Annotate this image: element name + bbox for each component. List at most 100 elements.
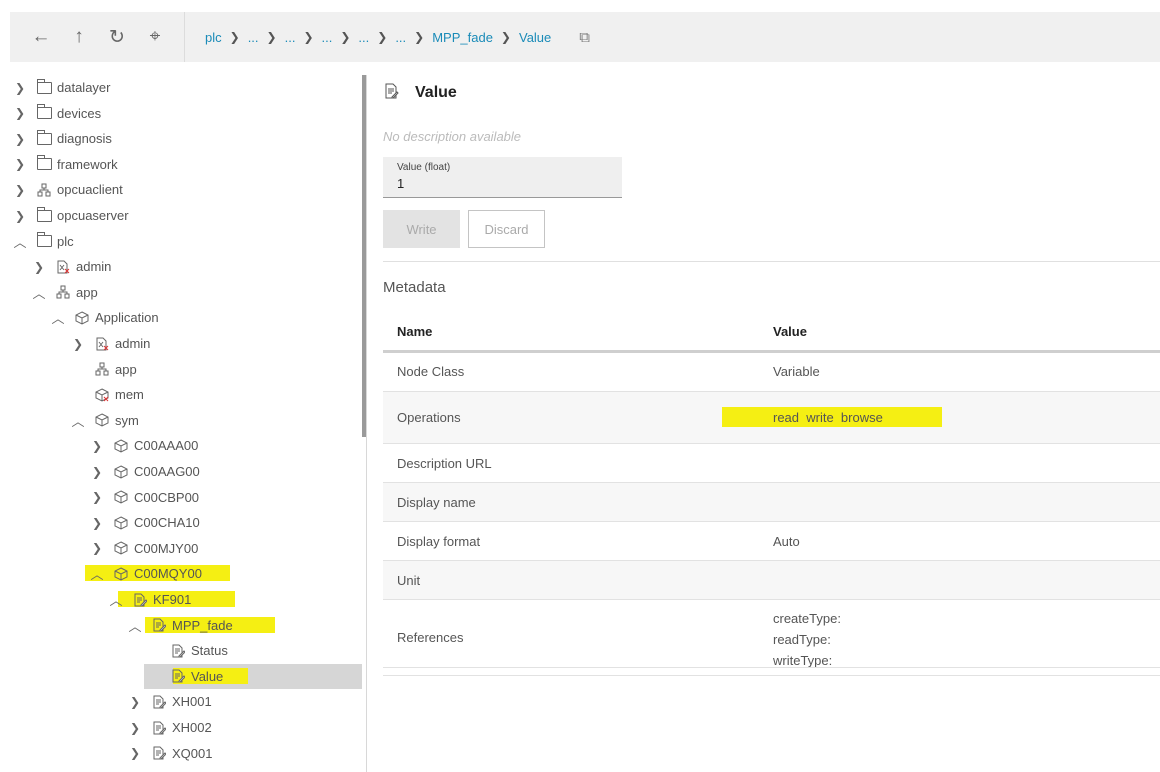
breadcrumb-item[interactable]: ... xyxy=(248,30,259,45)
copy-path-icon[interactable]: ⧉ xyxy=(579,29,590,46)
tree-item-label: Application xyxy=(95,310,159,326)
cube-icon xyxy=(113,438,129,454)
chevron-right-icon[interactable]: ❯ xyxy=(12,81,28,95)
table-row: Display format Auto xyxy=(383,522,1160,561)
tree-item-label: C00MJY00 xyxy=(134,540,199,556)
tree-item-label: MPP_fade xyxy=(172,617,233,633)
chevron-right-icon[interactable]: ❯ xyxy=(89,439,105,453)
up-icon[interactable]: ↑ xyxy=(60,12,98,62)
tree-item-mem[interactable]: mem xyxy=(0,382,362,407)
row-name: References xyxy=(397,630,464,645)
node-tree: ❯ datalayer ❯ devices ❯ diagnosis ❯ framework ❯ o… xyxy=(0,75,362,772)
chevron-up-icon[interactable]: ︿ xyxy=(70,411,86,430)
chevron-right-icon[interactable]: ❯ xyxy=(31,260,47,274)
back-icon[interactable]: ← xyxy=(22,12,60,62)
breadcrumb-item-mpp-fade[interactable]: MPP_fade xyxy=(432,30,493,45)
cube-icon xyxy=(113,515,129,531)
tree-item-kf901[interactable]: ︿ KF901 xyxy=(0,587,362,612)
tree-item-admin[interactable]: ❯ admin xyxy=(0,331,362,356)
chevron-up-icon[interactable]: ︿ xyxy=(31,283,47,302)
tree-item-xh001[interactable]: ❯ XH001 xyxy=(0,689,362,714)
tree-item-label: C00AAG00 xyxy=(134,464,200,479)
page-title: Value xyxy=(415,83,457,101)
tree-item-status[interactable]: Status xyxy=(0,638,362,663)
table-row: References createType: readType: writeTy… xyxy=(383,600,1160,676)
row-name: Unit xyxy=(397,573,421,588)
tree-item-label: opcuaclient xyxy=(57,182,123,198)
cube-x-icon xyxy=(94,387,110,403)
chevron-right-icon[interactable]: ❯ xyxy=(12,209,28,223)
tree-item-mpp-fade[interactable]: ︿ MPP_fade xyxy=(0,613,362,638)
hierarchy-icon xyxy=(36,182,52,198)
tree-item-devices[interactable]: ❯ devices xyxy=(0,101,362,126)
breadcrumb-item[interactable]: ... xyxy=(285,30,296,45)
tree-item-opcuaclient[interactable]: ❯ opcuaclient xyxy=(0,177,362,202)
breadcrumb-item-value[interactable]: Value xyxy=(519,30,551,45)
breadcrumb-item[interactable]: ... xyxy=(358,30,369,45)
tree-item-application[interactable]: ︿ Application xyxy=(0,305,362,330)
chevron-up-icon[interactable]: ︿ xyxy=(108,590,124,609)
tree-item-app[interactable]: app xyxy=(0,357,362,382)
write-button[interactable]: Write xyxy=(383,210,460,248)
chevron-right-icon[interactable]: ❯ xyxy=(12,106,28,120)
discard-button[interactable]: Discard xyxy=(468,210,545,248)
chevron-up-icon[interactable]: ︿ xyxy=(89,564,105,583)
folder-icon xyxy=(36,232,52,249)
tree-item-label: C00CHA10 xyxy=(134,515,200,531)
row-value: Auto xyxy=(773,534,800,549)
chevron-right-icon[interactable]: ❯ xyxy=(127,721,143,735)
row-value: read write browse xyxy=(773,410,883,425)
tree-item-app[interactable]: ︿ app xyxy=(0,280,362,305)
tree-item-label: XH002 xyxy=(172,720,212,735)
value-field[interactable]: Value (float) xyxy=(383,157,622,198)
tree-item-c00cha10[interactable]: ❯ C00CHA10 xyxy=(0,510,362,535)
breadcrumb-item[interactable]: ... xyxy=(395,30,406,45)
tree-item-label: KF901 xyxy=(153,592,192,607)
tree-item-label: sym xyxy=(115,412,139,428)
tree-item-xq001[interactable]: ❯ XQ001 xyxy=(0,741,362,766)
toolbar-divider xyxy=(184,12,185,62)
chevron-right-icon[interactable]: ❯ xyxy=(89,465,105,479)
breadcrumb-item[interactable]: ... xyxy=(322,30,333,45)
tree-item-label: Value xyxy=(191,668,224,684)
tree-item-label: admin xyxy=(76,259,112,275)
cube-icon xyxy=(113,566,129,582)
chevron-right-icon[interactable]: ❯ xyxy=(12,183,28,197)
folder-icon xyxy=(36,78,52,96)
pin-icon[interactable]: ⌖ xyxy=(136,12,174,62)
chevron-right-icon: ❯ xyxy=(266,30,277,44)
breadcrumb-item-plc[interactable]: plc xyxy=(205,30,222,45)
chevron-up-icon[interactable]: ︿ xyxy=(127,616,143,635)
tree-item-value[interactable]: Value xyxy=(144,663,362,689)
chevron-right-icon[interactable]: ❯ xyxy=(70,337,86,351)
tree-item-xh002[interactable]: ❯ XH002 xyxy=(0,715,362,740)
tree-item-c00cbp00[interactable]: ❯ C00CBP00 xyxy=(0,485,362,510)
tree-item-plc[interactable]: ︿ plc xyxy=(0,229,362,254)
tree-item-datalayer[interactable]: ❯ datalayer xyxy=(0,75,362,100)
column-header-value: Value xyxy=(773,324,807,339)
chevron-up-icon[interactable]: ︿ xyxy=(12,232,28,251)
value-input[interactable] xyxy=(397,176,597,191)
tree-item-sym[interactable]: ︿ sym xyxy=(0,408,362,433)
chevron-right-icon[interactable]: ❯ xyxy=(12,132,28,146)
chevron-up-icon[interactable]: ︿ xyxy=(50,308,66,327)
row-name: Operations xyxy=(397,410,461,425)
tree-item-c00aaa00[interactable]: ❯ C00AAA00 xyxy=(0,433,362,458)
chevron-right-icon[interactable]: ❯ xyxy=(127,746,143,760)
hierarchy-icon xyxy=(94,361,110,377)
chevron-right-icon[interactable]: ❯ xyxy=(89,516,105,530)
tree-item-label: opcuaserver xyxy=(57,208,129,223)
tree-item-opcuaserver[interactable]: ❯ opcuaserver xyxy=(0,203,362,228)
tree-item-c00mjy00[interactable]: ❯ C00MJY00 xyxy=(0,536,362,561)
tree-item-diagnosis[interactable]: ❯ diagnosis xyxy=(0,126,362,151)
tree-item-admin[interactable]: ❯ admin xyxy=(0,254,362,279)
chevron-right-icon[interactable]: ❯ xyxy=(127,695,143,709)
chevron-right-icon[interactable]: ❯ xyxy=(89,541,105,555)
tree-item-framework[interactable]: ❯ framework xyxy=(0,152,362,177)
tree-item-c00aag00[interactable]: ❯ C00AAG00 xyxy=(0,459,362,484)
tree-item-c00mqy00[interactable]: ︿ C00MQY00 xyxy=(0,561,362,586)
chevron-right-icon[interactable]: ❯ xyxy=(89,490,105,504)
chevron-right-icon[interactable]: ❯ xyxy=(12,157,28,171)
refresh-icon[interactable]: ↻ xyxy=(98,12,136,62)
folder-icon xyxy=(36,129,52,147)
